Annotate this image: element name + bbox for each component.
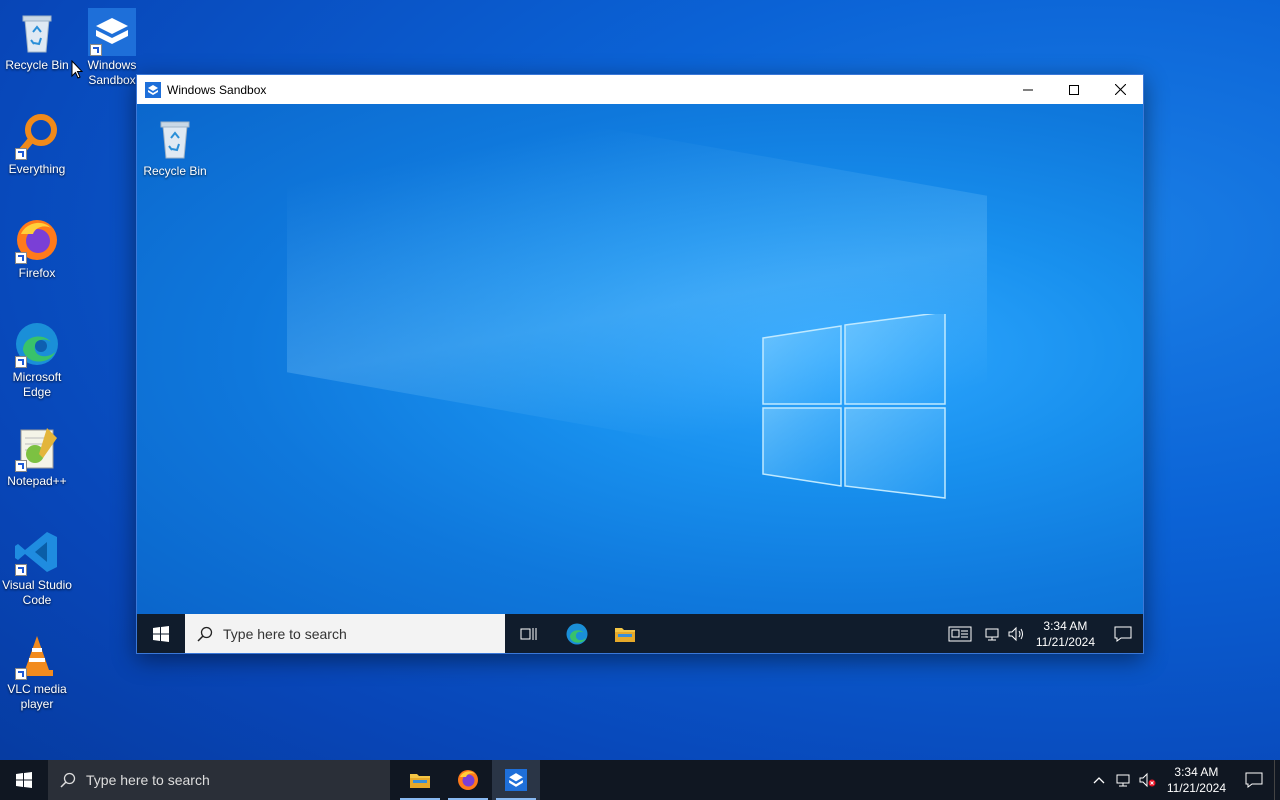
vscode-icon [13,528,61,576]
network-icon [985,628,999,641]
windows-sandbox-icon [88,8,136,56]
search-icon [197,626,213,642]
edge-icon [13,320,61,368]
windows-start-icon [153,626,169,642]
desktop-icon-label: Visual Studio Code [2,578,72,607]
show-hidden-icons-button[interactable] [1087,760,1111,800]
notification-icon [1114,626,1132,642]
desktop-icon-label: Recycle Bin [143,164,207,178]
recycle-bin-icon [151,114,199,162]
desktop-icon-label: Everything [8,162,66,176]
file-explorer-icon [410,774,430,788]
shortcut-arrow-icon [15,668,27,680]
notifications-button[interactable] [1234,760,1274,800]
file-explorer-icon [615,628,635,642]
notepad-plus-plus-icon [13,424,61,472]
taskbar-firefox[interactable] [444,760,492,800]
clock-date: 11/21/2024 [1166,781,1226,795]
desktop-icon-notepad-plus-plus[interactable]: Notepad++ [0,424,74,489]
recycle-bin-icon [13,8,61,56]
taskbar-windows-sandbox[interactable] [492,760,540,800]
desktop-icon-label: Notepad++ [7,474,67,488]
volume-button[interactable] [1135,760,1159,800]
sandbox-clock[interactable]: 3:34 AM 11/21/2024 [1028,618,1103,650]
search-placeholder: Type here to search [223,626,347,642]
desktop-icon-label: VLC media player [7,682,67,711]
clock-time: 3:34 AM [1043,619,1088,633]
sandbox-app-icon [145,81,161,98]
notification-icon [1245,772,1263,788]
volume-icon [1008,626,1023,642]
sandbox-system-tray: 3:34 AM 11/21/2024 [940,614,1143,653]
search-icon [60,772,76,788]
edge-icon [566,623,588,645]
close-button[interactable] [1097,75,1143,104]
taskbar-search-box[interactable]: Type here to search [48,760,390,800]
sandbox-taskbar: Type here to search 3:34 AM 11/21/2024 [137,614,1143,653]
sandbox-titlebar[interactable]: Windows Sandbox [137,75,1143,104]
firefox-icon [13,216,61,264]
desktop-icon-label: Recycle Bin [5,58,69,72]
close-icon [1114,84,1126,95]
clock-date: 11/21/2024 [1035,635,1095,649]
sandbox-taskbar-edge[interactable] [553,614,601,653]
maximize-icon [1069,84,1079,95]
vlc-cone-icon [13,632,61,680]
desktop-icon-label: Microsoft Edge [12,370,62,399]
shortcut-arrow-icon [15,252,27,264]
taskbar: Type here to search 3:34 AM 11/21/2024 [0,760,1280,800]
windows-start-icon [16,772,32,788]
clock[interactable]: 3:34 AM 11/21/2024 [1159,764,1234,796]
news-icon [948,626,972,642]
minimize-icon [1023,89,1033,90]
sandbox-network-button[interactable] [980,614,1004,653]
sandbox-start-button[interactable] [137,614,185,653]
window-title: Windows Sandbox [167,82,267,97]
sandbox-window[interactable]: Windows Sandbox Recycle Bin Type here to… [136,74,1144,654]
sandbox-task-view-button[interactable] [505,614,553,653]
sandbox-desktop[interactable]: Recycle Bin Type here to search 3:34 AM … [137,104,1143,653]
shortcut-arrow-icon [15,460,27,472]
network-button[interactable] [1111,760,1135,800]
show-desktop-button[interactable] [1274,760,1280,800]
minimize-button[interactable] [1005,75,1051,104]
chevron-up-icon [1093,777,1105,784]
sandbox-taskbar-file-explorer[interactable] [601,614,649,653]
system-tray: 3:34 AM 11/21/2024 [1087,760,1280,800]
windows-sandbox-icon [505,769,527,791]
sandbox-desktop-icon-recycle-bin[interactable]: Recycle Bin [138,114,212,179]
shortcut-arrow-icon [15,564,27,576]
search-placeholder: Type here to search [86,772,210,788]
shortcut-arrow-icon [15,356,27,368]
desktop-icon-firefox[interactable]: Firefox [0,216,74,281]
desktop-icon-label: Firefox [18,266,56,280]
sandbox-news-button[interactable] [940,614,980,653]
sandbox-volume-button[interactable] [1004,614,1028,653]
desktop-icon-recycle-bin[interactable]: Recycle Bin [0,8,74,73]
desktop-icon-everything[interactable]: Everything [0,112,74,177]
network-icon [1116,774,1130,787]
windows-logo-wallpaper [762,314,946,499]
desktop-icon-visual-studio-code[interactable]: Visual Studio Code [0,528,74,608]
maximize-button[interactable] [1051,75,1097,104]
everything-icon [13,112,61,160]
task-view-icon [520,628,537,640]
taskbar-file-explorer[interactable] [396,760,444,800]
sandbox-notifications-button[interactable] [1103,614,1143,653]
desktop-icon-vlc-media-player[interactable]: VLC media player [0,632,74,712]
mouse-cursor-icon [71,60,83,79]
clock-time: 3:34 AM [1174,765,1219,779]
start-button[interactable] [0,760,48,800]
desktop-icon-microsoft-edge[interactable]: Microsoft Edge [0,320,74,400]
shortcut-arrow-icon [90,44,102,56]
sandbox-search-box[interactable]: Type here to search [185,614,505,653]
firefox-icon [458,770,478,790]
volume-muted-icon [1139,772,1156,788]
shortcut-arrow-icon [15,148,27,160]
